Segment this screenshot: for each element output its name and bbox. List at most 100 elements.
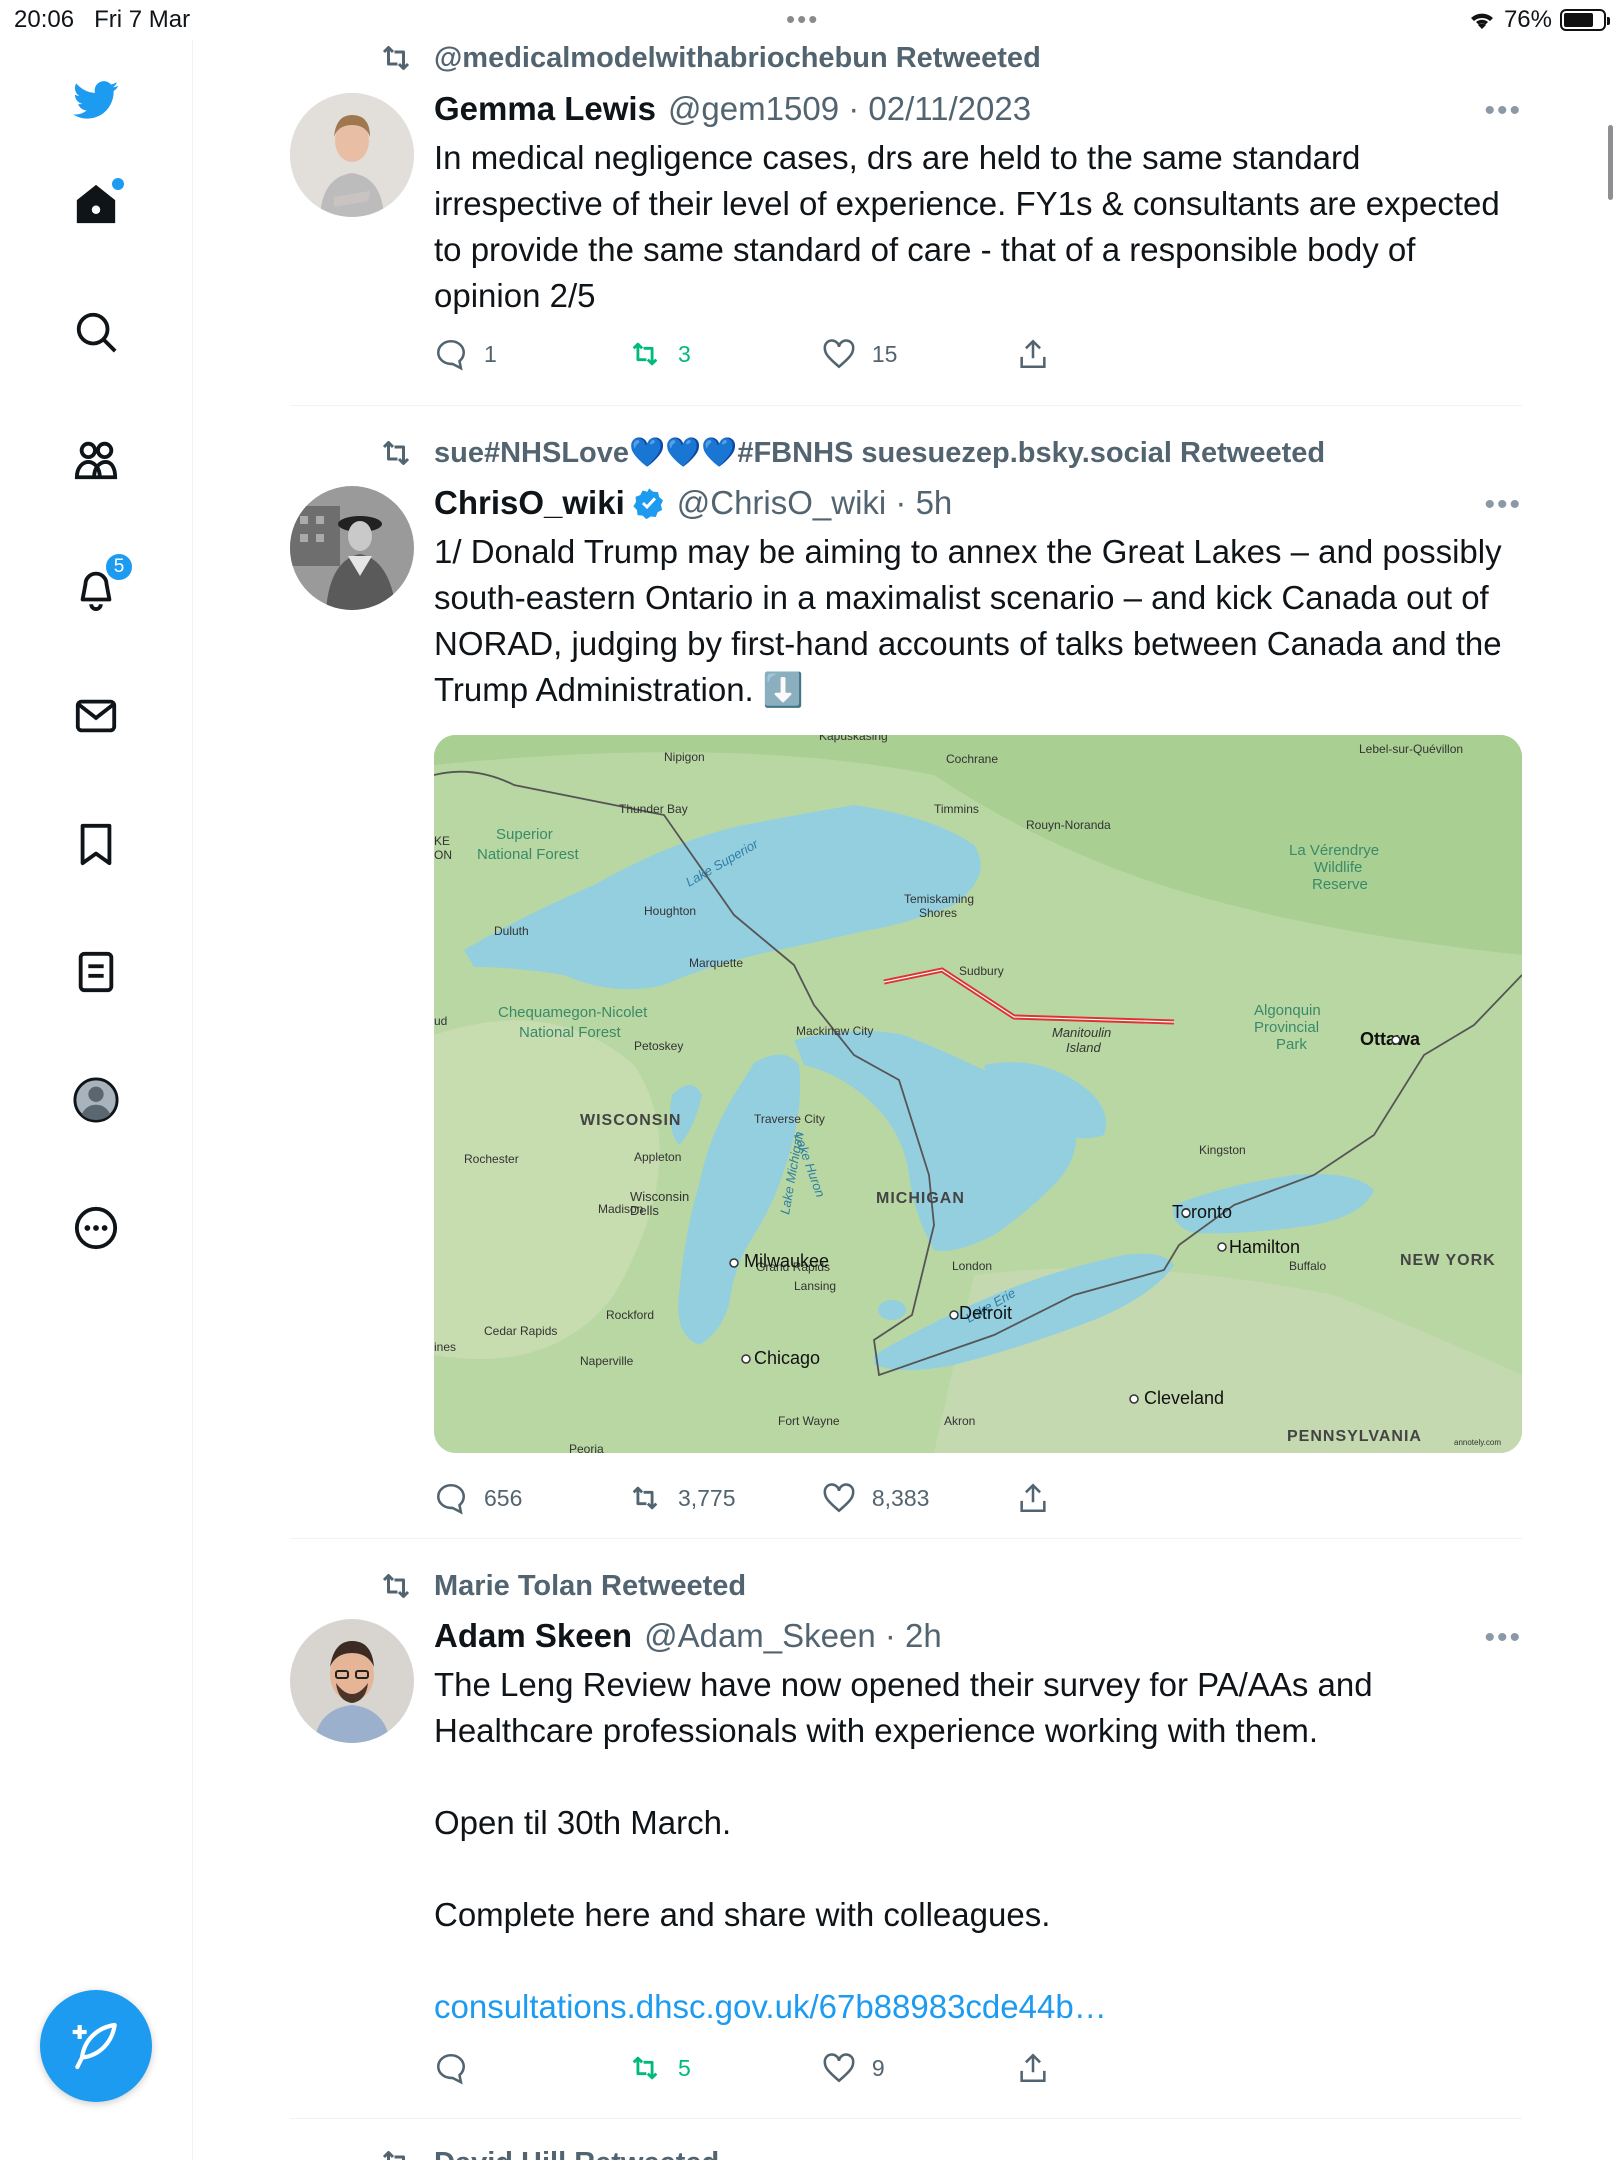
map-label: La Vérendrye [1289, 842, 1379, 859]
map-label: Nipigon [664, 750, 705, 764]
map-label: Temiskaming [904, 892, 974, 906]
map-label: Cochrane [946, 752, 998, 766]
tweet-header: ChrisO_wiki @ChrisO_wiki · 5h [434, 484, 952, 522]
map-label: Rochester [464, 1152, 519, 1166]
map-label: PENNSYLVANIA [1287, 1428, 1422, 1445]
reply-button[interactable]: 1 [434, 337, 628, 371]
retweet-button[interactable]: 5 [628, 2051, 822, 2085]
share-icon [1020, 339, 1046, 369]
map-label: Buffalo [1289, 1259, 1326, 1273]
tweet-text: In medical negligence cases, drs are hel… [434, 139, 1500, 314]
sidebar-item-profile[interactable] [66, 1070, 126, 1130]
reply-button[interactable]: 656 [434, 1481, 628, 1515]
tweet[interactable]: @medicalmodelwithabriochebun Retweeted G… [290, 40, 1522, 406]
heart-icon [823, 339, 855, 369]
map-label: Milwaukee [744, 1251, 829, 1271]
map-label: Appleton [634, 1150, 681, 1164]
new-content-dot [112, 178, 124, 190]
map-label: National Forest [477, 846, 580, 863]
map-label: Reserve [1312, 876, 1368, 893]
map-label: Ottawa [1360, 1029, 1421, 1049]
retweet-context: Marie Tolan Retweeted [378, 1568, 746, 1604]
avatar[interactable] [290, 93, 414, 217]
tweet-more-icon[interactable]: ••• [1484, 1621, 1522, 1655]
profile-icon [73, 1077, 119, 1123]
retweet-icon [382, 46, 410, 70]
tweet-header: Gemma Lewis @gem1509 · 02/11/2023 [434, 90, 1031, 128]
author-handle: @ChrisO_wiki · 5h [676, 484, 953, 521]
notification-count-badge: 5 [104, 552, 134, 582]
tweet-header: Adam Skeen @Adam_Skeen · 2h [434, 1617, 942, 1655]
retweet-button[interactable]: 3,775 [628, 1481, 822, 1515]
timeline-feed: @medicalmodelwithabriochebun Retweeted G… [290, 40, 1522, 2160]
reply-icon [436, 2053, 466, 2085]
sidebar-item-home[interactable] [66, 174, 126, 234]
multitasking-dots-icon[interactable]: ••• [786, 4, 819, 35]
share-button[interactable] [1016, 337, 1074, 371]
reply-button[interactable] [434, 2051, 628, 2085]
sidebar-item-lists[interactable] [66, 942, 126, 1002]
tweet-text: 1/ Donald Trump may be aiming to annex t… [434, 533, 1502, 708]
map-label: London [952, 1259, 992, 1273]
map-label: Lebel-sur-Quévillon [1359, 742, 1463, 756]
sidebar-item-communities[interactable] [66, 430, 126, 490]
tweet-more-icon[interactable]: ••• [1484, 94, 1522, 128]
tweet[interactable]: sue#NHSLove💙💙💙#FBNHS suesuezep.bsky.soci… [290, 406, 1522, 1539]
map-label: Superior [496, 826, 553, 843]
reply-icon [436, 339, 466, 371]
map-label: Shores [919, 906, 957, 920]
communities-icon [74, 441, 118, 480]
share-button[interactable] [1016, 1481, 1074, 1515]
tweet-actions: 656 3,775 8,383 [434, 1481, 1074, 1515]
map-label: Fort Wayne [778, 1414, 840, 1428]
status-right: 76% [1468, 6, 1610, 34]
like-button[interactable]: 15 [822, 337, 1016, 371]
tweet-link[interactable]: consultations.dhsc.gov.uk/67b88983cde44b… [434, 1984, 1514, 2030]
retweet-icon [632, 342, 658, 366]
avatar[interactable] [290, 486, 414, 610]
map-label: Akron [944, 1414, 975, 1428]
like-button[interactable]: 8,383 [822, 1481, 1016, 1515]
sidebar: 5 [0, 40, 193, 2160]
map-label: Hamilton [1229, 1237, 1300, 1257]
sidebar-item-more[interactable] [66, 1198, 126, 1258]
map-label: MICHIGAN [876, 1190, 965, 1207]
tweet[interactable]: David Hill Retweeted [290, 2119, 1522, 2160]
retweet-button[interactable]: 3 [628, 337, 822, 371]
map-label: Cleveland [1144, 1388, 1224, 1408]
map-label: Wisconsin [630, 1189, 689, 1204]
sidebar-item-notifications[interactable]: 5 [66, 552, 134, 618]
home-icon [76, 184, 116, 224]
map-label: NEW YORK [1400, 1252, 1496, 1269]
twitter-logo-icon[interactable] [66, 70, 126, 130]
retweet-context: @medicalmodelwithabriochebun Retweeted [378, 40, 1041, 76]
retweet-icon [632, 1486, 658, 1510]
map-label: Dells [630, 1203, 659, 1218]
sidebar-item-explore[interactable] [66, 302, 126, 362]
map-label: Thunder Bay [619, 802, 688, 816]
map-watermark: annotely.com [1454, 1438, 1501, 1447]
search-icon [76, 312, 117, 353]
sidebar-item-bookmarks[interactable] [66, 814, 126, 874]
compose-tweet-button[interactable] [40, 1990, 152, 2102]
author-handle: @gem1509 · 02/11/2023 [667, 90, 1032, 127]
sidebar-item-messages[interactable] [66, 686, 126, 746]
tweet[interactable]: Marie Tolan Retweeted Adam Skeen @Adam_S… [290, 1539, 1522, 2119]
bookmarks-icon [80, 823, 112, 866]
tweet-more-icon[interactable]: ••• [1484, 488, 1522, 522]
reply-icon [436, 1483, 466, 1515]
tweet-map-image[interactable]: Kapuskasing Nipigon Cochrane Lebel-sur-Q… [434, 735, 1522, 1453]
heart-icon [823, 1483, 855, 1513]
map-label: Kingston [1199, 1143, 1246, 1157]
author-name[interactable]: Gemma Lewis [434, 90, 656, 128]
author-name[interactable]: Adam Skeen [434, 1617, 632, 1655]
avatar[interactable] [290, 1619, 414, 1743]
scrollbar[interactable] [1608, 125, 1613, 200]
map-label: Algonquin [1254, 1002, 1321, 1019]
map-label: ON [434, 848, 452, 862]
like-button[interactable]: 9 [822, 2051, 1016, 2085]
share-button[interactable] [1016, 2051, 1074, 2085]
retweet-context: David Hill Retweeted [378, 2145, 719, 2160]
author-name[interactable]: ChrisO_wiki [434, 484, 625, 522]
map-label: Cedar Rapids [484, 1324, 557, 1338]
